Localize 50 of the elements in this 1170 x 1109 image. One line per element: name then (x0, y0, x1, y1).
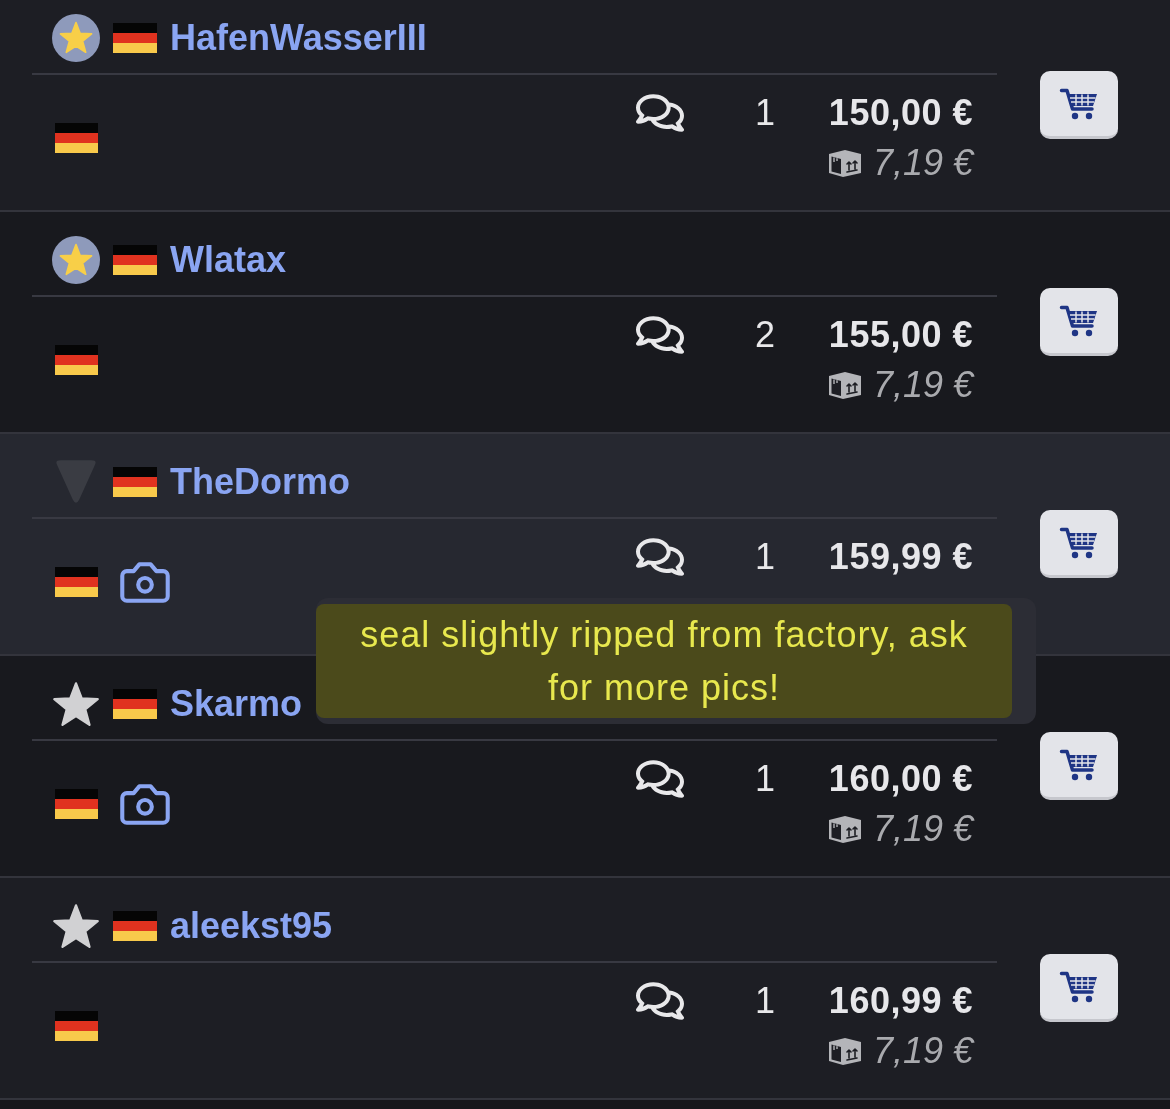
quantity-text: 1 (754, 535, 775, 579)
german-flag-icon (113, 467, 157, 497)
add-to-cart-button[interactable] (1040, 510, 1118, 578)
cart-icon (1059, 303, 1099, 338)
cart-icon (1059, 525, 1099, 560)
seller-name-link[interactable]: aleekst95 (170, 902, 333, 950)
price-text: 155,00 € (828, 313, 973, 357)
german-flag-icon (113, 23, 157, 53)
parcel-box-icon (826, 1035, 863, 1067)
price-text: 150,00 € (828, 91, 973, 135)
german-flag-icon (55, 123, 98, 153)
seller-name-link[interactable]: TheDormo (170, 458, 350, 506)
cart-icon (1059, 969, 1099, 1004)
star-icon (52, 681, 100, 727)
german-flag-icon (113, 911, 157, 941)
german-flag-icon (55, 567, 98, 597)
quantity-text: 1 (754, 757, 775, 801)
seller-name-link[interactable]: Skarmo (170, 680, 303, 728)
shipping-cost-text: 7,19 € (872, 807, 973, 851)
german-flag-icon (113, 689, 157, 719)
german-flag-icon (113, 245, 157, 275)
star-icon (52, 903, 100, 949)
shipping-cost-text: 7,19 € (872, 363, 973, 407)
shipping-cost-text: 7,19 € (872, 1029, 973, 1073)
price-text: 160,99 € (828, 979, 973, 1023)
quantity-text: 2 (754, 313, 775, 357)
parcel-box-icon (826, 147, 863, 179)
quantity-text: 1 (754, 91, 775, 135)
cart-icon (1059, 86, 1099, 121)
camera-icon[interactable] (120, 783, 170, 825)
add-to-cart-button[interactable] (1040, 288, 1118, 356)
add-to-cart-button[interactable] (1040, 954, 1118, 1022)
seller-name-link[interactable]: HafenWasserIII (170, 14, 427, 62)
add-to-cart-button[interactable] (1040, 71, 1118, 139)
german-flag-icon (55, 345, 98, 375)
camera-icon[interactable] (120, 561, 170, 603)
price-text: 160,00 € (828, 757, 973, 801)
comment-text: seal slightly ripped from factory, ask for more pics! (316, 604, 1012, 718)
price-text: 159,99 € (828, 535, 973, 579)
parcel-box-icon (826, 369, 863, 401)
shipping-cost-text: 7,19 € (872, 141, 973, 185)
star-badge-icon (52, 14, 100, 62)
add-to-cart-button[interactable] (1040, 732, 1118, 800)
german-flag-icon (55, 789, 98, 819)
parcel-box-icon (826, 813, 863, 845)
german-flag-icon (55, 1011, 98, 1041)
seller-name-link[interactable]: Wlatax (170, 236, 287, 284)
quantity-text: 1 (754, 979, 775, 1023)
cart-icon (1059, 747, 1099, 782)
star-badge-icon (52, 236, 100, 284)
